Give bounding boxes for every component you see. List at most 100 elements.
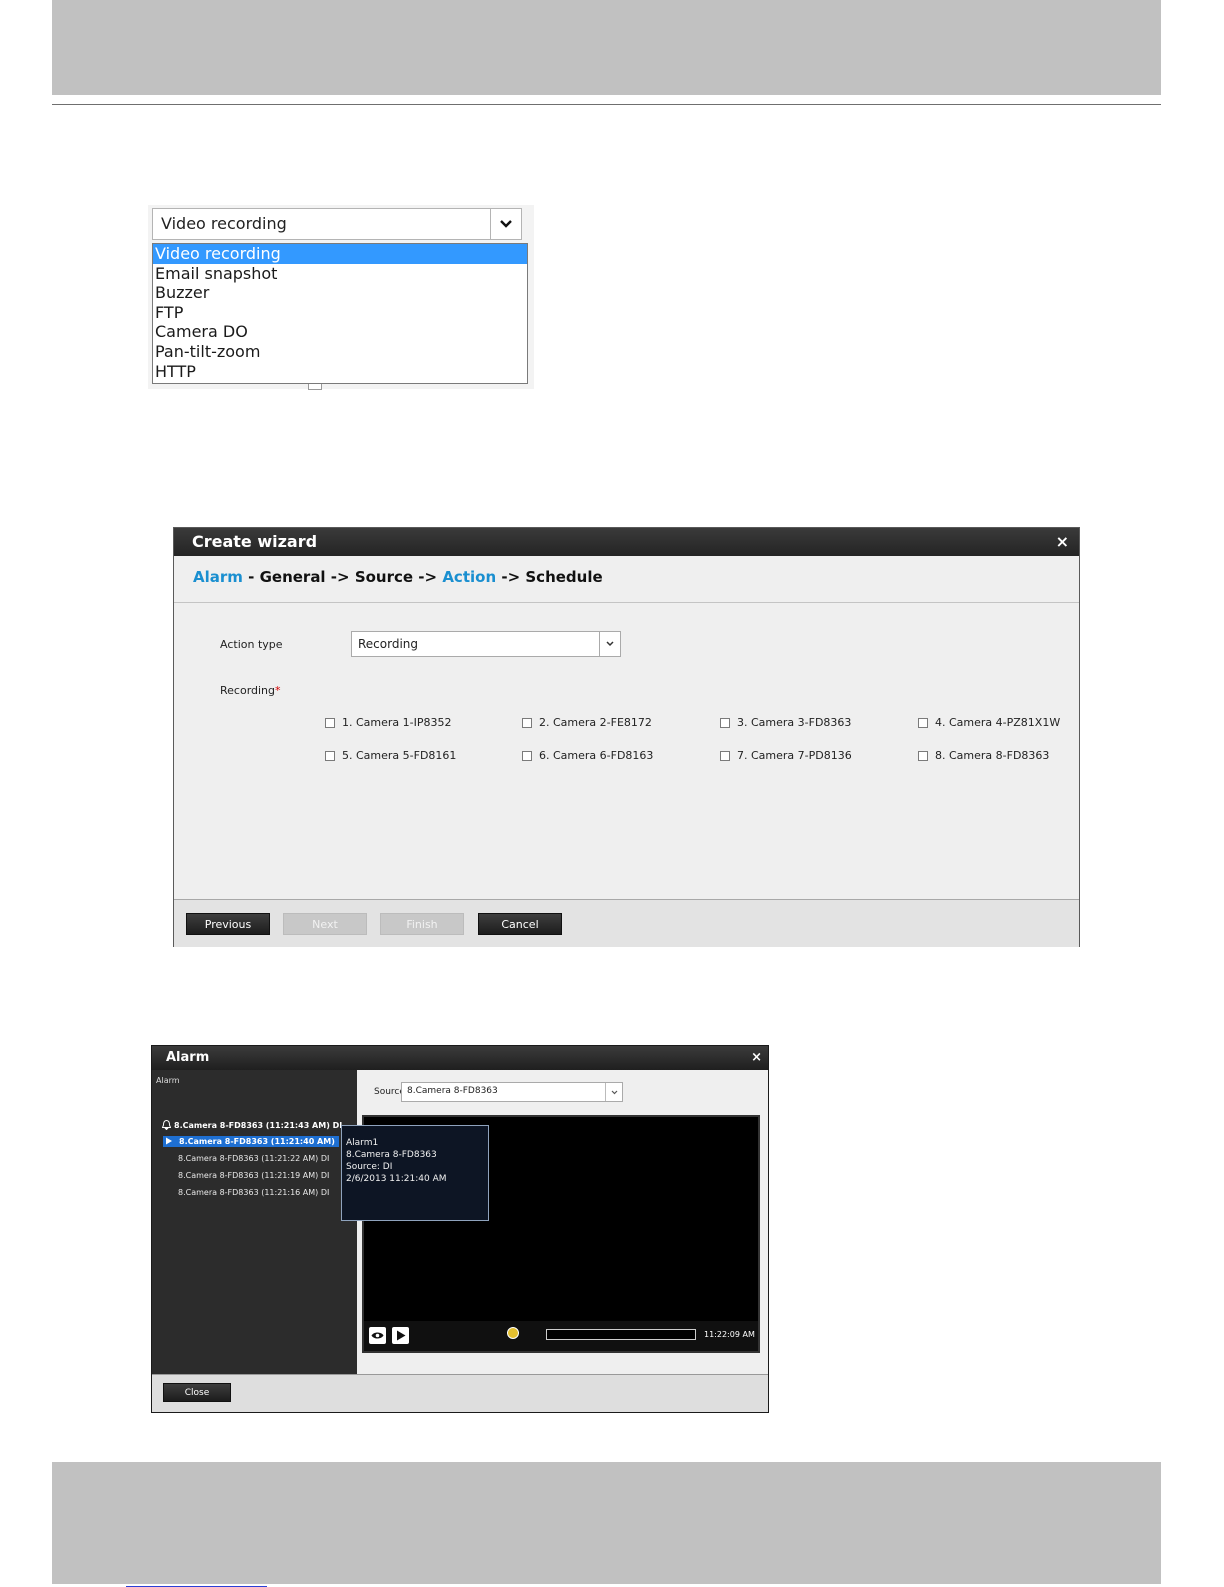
camera-checkbox[interactable]: 4. Camera 4-PZ81X1W bbox=[918, 716, 1060, 729]
chevron-down-icon[interactable] bbox=[599, 632, 620, 656]
footer-link[interactable] bbox=[126, 1570, 267, 1587]
next-button[interactable]: Next bbox=[283, 913, 367, 935]
select-value: Recording bbox=[358, 637, 419, 651]
timeline-handle[interactable] bbox=[507, 1327, 519, 1339]
play-icon[interactable] bbox=[392, 1327, 409, 1344]
tooltip-line: 8.Camera 8-FD8363 bbox=[346, 1150, 437, 1160]
tooltip-line: Source: DI bbox=[346, 1162, 393, 1172]
alarm-title: Alarm bbox=[166, 1050, 210, 1065]
previous-button[interactable]: Previous bbox=[186, 913, 270, 935]
alarm-list-header: Alarm bbox=[156, 1076, 180, 1085]
tooltip-line: 2/6/2013 11:21:40 AM bbox=[346, 1174, 447, 1184]
step-arrow: -> bbox=[496, 568, 526, 586]
camera-label: 4. Camera 4-PZ81X1W bbox=[935, 716, 1061, 729]
create-wizard-dialog: Create wizard × Alarm - General -> Sourc… bbox=[173, 527, 1080, 947]
page-header-band bbox=[52, 0, 1161, 95]
alarm-list-item[interactable]: 8.Camera 8-FD8363 (11:21:16 AM) DI bbox=[178, 1188, 329, 1197]
checkbox[interactable] bbox=[720, 717, 730, 728]
alarm-list-item[interactable]: 8.Camera 8-FD8363 (11:21:43 AM) DI bbox=[161, 1119, 343, 1131]
step-arrow: -> bbox=[325, 568, 355, 586]
required-mark: * bbox=[275, 684, 281, 697]
chevron-down-icon[interactable] bbox=[490, 209, 521, 239]
alarm-tooltip: Alarm1 8.Camera 8-FD8363 Source: DI 2/6/… bbox=[341, 1125, 489, 1221]
alarm-list-item-selected[interactable]: 8.Camera 8-FD8363 (11:21:40 AM) bbox=[163, 1136, 339, 1147]
checkbox[interactable] bbox=[918, 717, 928, 728]
alarm-footer: Close bbox=[152, 1374, 768, 1412]
camera-label: 7. Camera 7-PD8136 bbox=[737, 749, 852, 762]
close-icon[interactable]: × bbox=[1056, 532, 1069, 551]
checkbox[interactable] bbox=[720, 750, 730, 761]
camera-checkbox[interactable]: 1. Camera 1-IP8352 bbox=[325, 716, 452, 729]
playback-controls: 11:22:09 AM bbox=[364, 1321, 758, 1351]
checkbox[interactable] bbox=[325, 750, 335, 761]
wizard-breadcrumb: Alarm - General -> Source -> Action -> S… bbox=[193, 568, 603, 586]
step-arrow: -> bbox=[413, 568, 443, 586]
checkbox[interactable] bbox=[522, 750, 532, 761]
playback-time: 11:22:09 AM bbox=[704, 1330, 755, 1339]
camera-checkbox[interactable]: 8. Camera 8-FD8363 bbox=[918, 749, 1049, 762]
cancel-button[interactable]: Cancel bbox=[478, 913, 562, 935]
step-alarm: Alarm bbox=[193, 568, 243, 586]
source-select[interactable]: 8.Camera 8-FD8363 bbox=[401, 1082, 623, 1102]
wizard-footer: Previous Next Finish Cancel bbox=[174, 899, 1079, 947]
wizard-title: Create wizard bbox=[192, 532, 318, 551]
camera-label: 6. Camera 6-FD8163 bbox=[539, 749, 654, 762]
dropdown-option-camera-do[interactable]: Camera DO bbox=[153, 322, 527, 342]
eye-icon[interactable] bbox=[369, 1327, 386, 1344]
step-source: Source bbox=[354, 568, 414, 586]
tooltip-line: Alarm1 bbox=[346, 1138, 379, 1148]
camera-checkbox[interactable]: 5. Camera 5-FD8161 bbox=[325, 749, 456, 762]
step-action: Action bbox=[442, 568, 497, 586]
play-triangle-icon bbox=[166, 1137, 172, 1145]
dropdown-option-http[interactable]: HTTP bbox=[153, 362, 527, 382]
step-separator: - bbox=[242, 568, 260, 586]
step-schedule: Schedule bbox=[525, 568, 603, 586]
alarm-playback-panel: Source 8.Camera 8-FD8363 11:22:09 AM bbox=[357, 1070, 768, 1374]
close-icon[interactable]: × bbox=[751, 1050, 762, 1065]
camera-label: 2. Camera 2-FE8172 bbox=[539, 716, 652, 729]
action-type-dropdown-screenshot: Video recording Video recording Email sn… bbox=[148, 205, 534, 390]
select-value: Video recording bbox=[161, 214, 287, 233]
dropdown-option-ftp[interactable]: FTP bbox=[153, 303, 527, 323]
hidden-checkbox-edge bbox=[308, 384, 322, 390]
dropdown-option-email-snapshot[interactable]: Email snapshot bbox=[153, 264, 527, 284]
alarm-list-panel: Alarm 8.Camera 8-FD8363 (11:21:43 AM) DI… bbox=[152, 1070, 357, 1374]
bell-icon bbox=[161, 1119, 172, 1131]
dropdown-option-video-recording[interactable]: Video recording bbox=[153, 244, 527, 264]
alarm-window: Alarm × Alarm 8.Camera 8-FD8363 (11:21:4… bbox=[151, 1045, 769, 1413]
checkbox[interactable] bbox=[918, 750, 928, 761]
alarm-list-item[interactable]: 8.Camera 8-FD8363 (11:21:19 AM) DI bbox=[178, 1171, 329, 1180]
dropdown-options-list: Video recording Email snapshot Buzzer FT… bbox=[152, 243, 528, 384]
alarm-item-label: 8.Camera 8-FD8363 (11:21:43 AM) DI bbox=[174, 1121, 343, 1130]
camera-label: 1. Camera 1-IP8352 bbox=[342, 716, 452, 729]
select-value: 8.Camera 8-FD8363 bbox=[407, 1086, 498, 1096]
page-footer-band bbox=[52, 1462, 1161, 1584]
dropdown-option-pan-tilt-zoom[interactable]: Pan-tilt-zoom bbox=[153, 342, 527, 362]
close-button[interactable]: Close bbox=[163, 1383, 231, 1402]
action-type-label: Action type bbox=[220, 638, 283, 651]
wizard-title-bar: Create wizard × bbox=[174, 528, 1079, 556]
camera-checkbox[interactable]: 3. Camera 3-FD8363 bbox=[720, 716, 851, 729]
page-header-rule bbox=[52, 104, 1161, 105]
camera-checkbox[interactable]: 7. Camera 7-PD8136 bbox=[720, 749, 852, 762]
alarm-item-label: 8.Camera 8-FD8363 (11:21:40 AM) bbox=[179, 1137, 335, 1146]
alarm-title-bar: Alarm × bbox=[152, 1046, 768, 1070]
step-general: General bbox=[259, 568, 326, 586]
camera-label: 8. Camera 8-FD8363 bbox=[935, 749, 1050, 762]
checkbox[interactable] bbox=[522, 717, 532, 728]
chevron-down-icon[interactable] bbox=[605, 1083, 622, 1101]
timeline-slider[interactable] bbox=[546, 1329, 696, 1340]
checkbox[interactable] bbox=[325, 717, 335, 728]
dropdown-option-buzzer[interactable]: Buzzer bbox=[153, 283, 527, 303]
camera-label: 3. Camera 3-FD8363 bbox=[737, 716, 852, 729]
recording-label: Recording* bbox=[220, 684, 281, 697]
wizard-divider bbox=[174, 602, 1079, 603]
action-type-select[interactable]: Recording bbox=[351, 631, 621, 657]
recording-label-text: Recording bbox=[220, 684, 276, 697]
action-type-select[interactable]: Video recording bbox=[152, 208, 522, 240]
camera-checkbox[interactable]: 2. Camera 2-FE8172 bbox=[522, 716, 652, 729]
camera-checkbox[interactable]: 6. Camera 6-FD8163 bbox=[522, 749, 653, 762]
camera-label: 5. Camera 5-FD8161 bbox=[342, 749, 457, 762]
finish-button[interactable]: Finish bbox=[380, 913, 464, 935]
alarm-list-item[interactable]: 8.Camera 8-FD8363 (11:21:22 AM) DI bbox=[178, 1154, 329, 1163]
